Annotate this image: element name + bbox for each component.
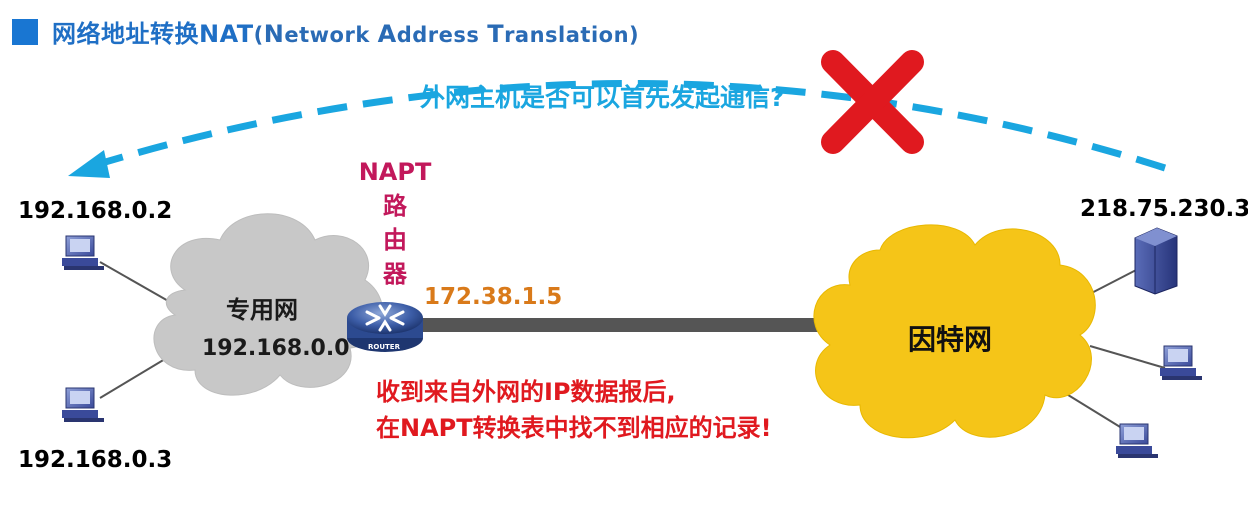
title-en: (Network Address Translation) bbox=[253, 20, 640, 48]
title-letter-n: N bbox=[263, 20, 285, 48]
pc-host4-icon bbox=[1116, 423, 1158, 458]
host2-ip: 192.168.0.3 bbox=[18, 447, 173, 473]
link-host3 bbox=[1089, 345, 1166, 369]
private-net-label: 专用网 bbox=[226, 296, 298, 324]
host1-ip: 192.168.0.2 bbox=[18, 198, 173, 224]
diagram-canvas: 网络地址转换NAT(Network Address Translation) 外… bbox=[0, 0, 1248, 510]
title-word-ddress: ddress bbox=[396, 23, 488, 47]
pc-host1-icon bbox=[62, 235, 104, 270]
server-icon bbox=[1134, 227, 1178, 295]
link-host4 bbox=[1059, 389, 1126, 431]
message-line2: 在NAPT转换表中找不到相应的记录! bbox=[376, 414, 772, 442]
napt-label-line2: 路 bbox=[383, 192, 407, 220]
napt-router-label: NAPT 路 由 器 bbox=[350, 155, 440, 291]
pc-host3-icon bbox=[1160, 345, 1202, 380]
arrow-head-icon bbox=[68, 150, 110, 178]
question-text: 外网主机是否可以首先发起通信? bbox=[420, 83, 785, 112]
title-paren: ( bbox=[253, 23, 264, 47]
title-bullet-icon bbox=[12, 19, 38, 45]
title-letter-t: T bbox=[487, 20, 505, 48]
napt-label-line1: NAPT bbox=[358, 158, 432, 186]
link-host2 bbox=[99, 355, 171, 399]
page-title: 网络地址转换NAT(Network Address Translation) bbox=[52, 14, 639, 49]
pc-host2-icon bbox=[62, 387, 104, 422]
title-word-etwork: etwork bbox=[284, 23, 378, 47]
message-line1: 收到来自外网的IP数据报后, bbox=[376, 378, 676, 406]
wan-link bbox=[400, 318, 840, 332]
red-cross-icon bbox=[821, 50, 924, 154]
private-net-address: 192.168.0.0 bbox=[202, 336, 350, 361]
internet-label: 因特网 bbox=[908, 323, 993, 356]
title-cn: 网络地址转换NAT bbox=[52, 20, 254, 48]
title-word-ranslation: ranslation) bbox=[504, 23, 640, 47]
router-icon-text: ROUTER bbox=[368, 343, 400, 351]
router-wan-ip: 172.38.1.5 bbox=[424, 284, 563, 310]
title-letter-a: A bbox=[377, 20, 397, 48]
server-ip: 218.75.230.30 bbox=[1080, 196, 1248, 222]
link-host1 bbox=[99, 261, 171, 303]
napt-label-line3: 由 bbox=[383, 226, 407, 254]
